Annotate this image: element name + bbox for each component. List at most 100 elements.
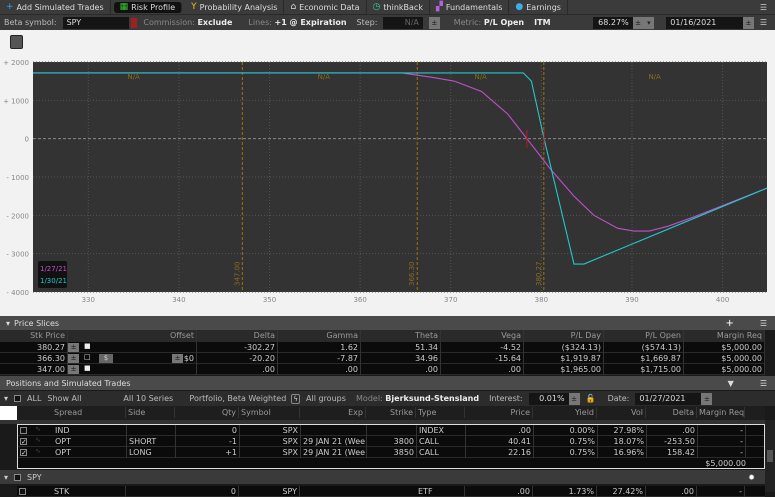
column-header[interactable]: Margin Req xyxy=(697,407,745,418)
gamma-cell: -7.87 xyxy=(278,353,361,364)
stk-price-spinner[interactable]: ± xyxy=(68,365,79,374)
collapse-icon[interactable]: ▾ xyxy=(6,319,10,328)
position-row[interactable]: ∿ IND 0 SPX INDEX .00 0.00% 27.98% .00- xyxy=(18,425,764,436)
expand-icon[interactable]: ▾ xyxy=(4,473,8,482)
column-header[interactable]: Theta xyxy=(361,330,441,341)
commission-label: Commission: xyxy=(143,18,195,27)
collapse-down-icon[interactable]: ▼ xyxy=(728,379,734,388)
metric-dropdown[interactable]: Metric: P/L Open xyxy=(454,18,524,27)
probability-input[interactable]: 68.27% xyxy=(593,16,633,29)
position-checkbox[interactable]: ✓ xyxy=(20,449,27,457)
tab-economic-data[interactable]: ⌂ Economic Data xyxy=(284,0,367,14)
step-input[interactable]: N/A xyxy=(383,16,423,29)
position-date-spinner[interactable]: ± xyxy=(701,392,713,405)
column-header[interactable]: Yield xyxy=(550,407,597,418)
analyze-icon[interactable]: ∿ xyxy=(35,436,41,444)
spy-group-header[interactable]: ▾ SPY ✹ xyxy=(0,470,765,484)
column-header[interactable]: Margin Req xyxy=(684,330,765,341)
column-header[interactable]: Price xyxy=(465,407,533,418)
date-label: Date: xyxy=(607,394,630,403)
tab-add-simulated-trades[interactable]: + Add Simulated Trades xyxy=(0,0,111,14)
interest-input[interactable]: 0.01% xyxy=(528,392,569,405)
stk-cell[interactable]: 380.27 xyxy=(0,342,68,353)
analyze-icon[interactable]: ∿ xyxy=(35,447,41,455)
expand-icon[interactable]: ▾ xyxy=(4,394,8,403)
tab-thinkback[interactable]: ◷ thinkBack xyxy=(367,0,430,14)
stk-cell[interactable]: 347.00 xyxy=(0,364,68,375)
column-header[interactable]: Delta xyxy=(646,407,697,418)
position-checkbox[interactable]: ✓ xyxy=(20,438,27,446)
column-header[interactable]: Type xyxy=(416,407,465,418)
color-swatch[interactable] xyxy=(131,17,138,28)
unlock-icon[interactable]: □ xyxy=(84,353,91,361)
tab-probability-analysis[interactable]: Y Probability Analysis xyxy=(185,0,285,14)
column-header[interactable]: Side xyxy=(126,407,175,418)
column-header[interactable]: P/L Day xyxy=(524,330,604,341)
stk-price-spinner[interactable]: ± xyxy=(68,343,79,352)
position-row[interactable]: ✓ ∿ OPT LONG +1 SPX 29 JAN 21 (Wee... 3850 CALL 2… xyxy=(18,447,764,458)
column-header[interactable]: Spread xyxy=(52,407,126,418)
positions-menu-icon[interactable]: ☰ xyxy=(760,379,767,388)
dollar-offset-icon[interactable]: $ xyxy=(99,354,113,363)
column-header[interactable]: Offset xyxy=(97,330,197,341)
settings-menu-icon[interactable]: ☰ xyxy=(760,18,767,27)
price-slices-header[interactable]: ▾ Price Slices + ☰ xyxy=(0,316,775,330)
date-input[interactable]: 01/16/2021 xyxy=(666,16,744,29)
strike-cell: 3800 xyxy=(367,436,417,447)
lock-icon[interactable]: ■ xyxy=(84,342,91,350)
offset-spinner[interactable]: ± xyxy=(172,354,183,363)
commission-dropdown[interactable]: Commission: Exclude xyxy=(143,18,232,27)
position-date-input[interactable]: 01/27/2021 xyxy=(635,392,702,405)
analyze-icon[interactable]: ∿ xyxy=(35,425,41,433)
probability-dropdown[interactable]: ▾ xyxy=(643,16,655,29)
positions-scrollbar[interactable] xyxy=(765,420,775,492)
column-header[interactable]: Vol xyxy=(597,407,646,418)
itm-dropdown[interactable]: ITM xyxy=(534,18,581,27)
model-dropdown[interactable]: Model: Bjerksund-Stensland xyxy=(356,394,479,403)
column-header[interactable]: Strike xyxy=(366,407,416,418)
price-slices-menu-icon[interactable]: ☰ xyxy=(760,319,767,328)
column-header[interactable]: Symbol xyxy=(239,407,300,418)
tab-earnings[interactable]: ● Earnings xyxy=(509,0,568,14)
lightning-icon[interactable]: ϟ xyxy=(291,393,301,404)
tabs-menu-icon[interactable]: ☰ xyxy=(760,3,767,12)
column-header[interactable]: Qty xyxy=(175,407,239,418)
column-header[interactable]: Delta xyxy=(197,330,278,341)
row-header-blank xyxy=(0,406,17,420)
price-slice-row[interactable]: 380.27 -302.27 1.62 51.34 -4.52 ($324.13) ($57… xyxy=(0,342,765,353)
add-slice-button[interactable]: + xyxy=(725,318,733,329)
risk-profile-chart[interactable]: + 2000 + 1000 0 - 1000 - 2000 - 3000 - 4000 330… xyxy=(0,30,775,316)
step-spinner[interactable]: ± xyxy=(428,16,440,29)
y-tick-label: 0 xyxy=(25,136,29,144)
interest-spinner[interactable]: ± xyxy=(568,392,580,405)
tab-fundamentals[interactable]: ▞ Fundamentals xyxy=(430,0,510,14)
series-dropdown[interactable]: All 10 Series xyxy=(123,394,183,403)
column-header[interactable]: Vega xyxy=(441,330,524,341)
column-header[interactable]: Gamma xyxy=(278,330,361,341)
lock-icon[interactable]: ■ xyxy=(84,364,91,372)
price-slice-row[interactable]: 366.30 $0 -20.20 -7.87 34.96 -15.64 $1,919.87 $… xyxy=(0,353,765,364)
portfolio-dropdown[interactable]: Portfolio, Beta Weighted xyxy=(189,394,286,403)
position-checkbox[interactable] xyxy=(20,427,27,434)
probability-spinner[interactable]: ± xyxy=(632,16,644,29)
beta-symbol-input[interactable]: SPY xyxy=(62,16,130,29)
lines-dropdown[interactable]: Lines: +1 @ Expiration xyxy=(248,18,346,27)
symbol-cell: SPX xyxy=(240,436,301,447)
scrollbar-thumb[interactable] xyxy=(767,450,773,462)
column-header[interactable]: Exp xyxy=(300,407,366,418)
show-all-dropdown[interactable]: Show All xyxy=(47,394,117,403)
stk-cell[interactable]: 366.30 xyxy=(0,353,68,364)
groups-dropdown[interactable]: All groups xyxy=(306,394,350,403)
column-header[interactable]: Stk Price xyxy=(0,330,68,341)
column-header[interactable]: P/L Open xyxy=(604,330,684,341)
delta-cell: 158.42 xyxy=(647,447,698,458)
position-row[interactable]: ✓ ∿ OPT SHORT -1 SPX 29 JAN 21 (Wee... 3800 CALL… xyxy=(18,436,764,447)
unlock-icon[interactable]: 🔓 xyxy=(586,394,596,403)
price-slice-row[interactable]: 347.00.00.00.00.00 $1,965.00 $1,715.00 $5,0… xyxy=(0,364,765,375)
gear-icon[interactable]: ✹ xyxy=(748,473,755,482)
date-spinner[interactable]: ± xyxy=(743,16,754,29)
stk-price-spinner[interactable]: ± xyxy=(68,354,79,363)
select-all-checkbox[interactable] xyxy=(14,395,22,402)
group-checkbox[interactable] xyxy=(14,473,22,481)
tab-risk-profile[interactable]: ▦ Risk Profile xyxy=(113,1,183,13)
